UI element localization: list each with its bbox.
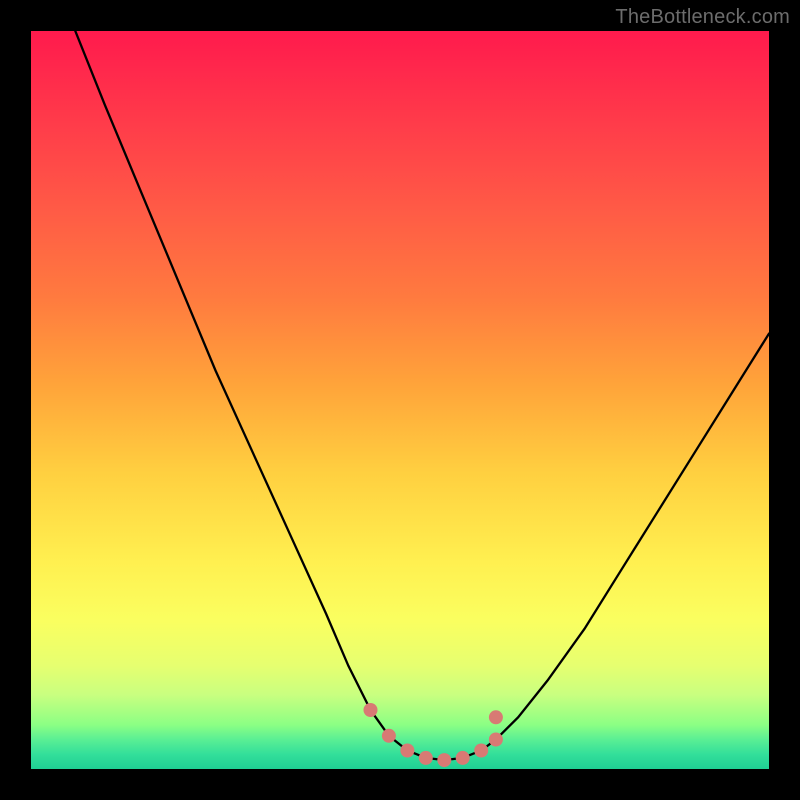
plot-area [31,31,769,769]
bottom-marker [474,744,488,758]
bottom-marker [489,710,503,724]
bottom-marker [400,744,414,758]
bottom-marker [419,751,433,765]
bottom-marker-group [364,703,503,767]
bottom-marker [489,733,503,747]
bottom-marker [437,753,451,767]
curve-layer [31,31,769,769]
bottom-marker [382,729,396,743]
watermark-text: TheBottleneck.com [615,6,790,29]
bottleneck-curve [75,31,769,760]
chart-stage: TheBottleneck.com [0,0,800,800]
bottom-marker [364,703,378,717]
bottom-marker [456,751,470,765]
curve-group [75,31,769,767]
